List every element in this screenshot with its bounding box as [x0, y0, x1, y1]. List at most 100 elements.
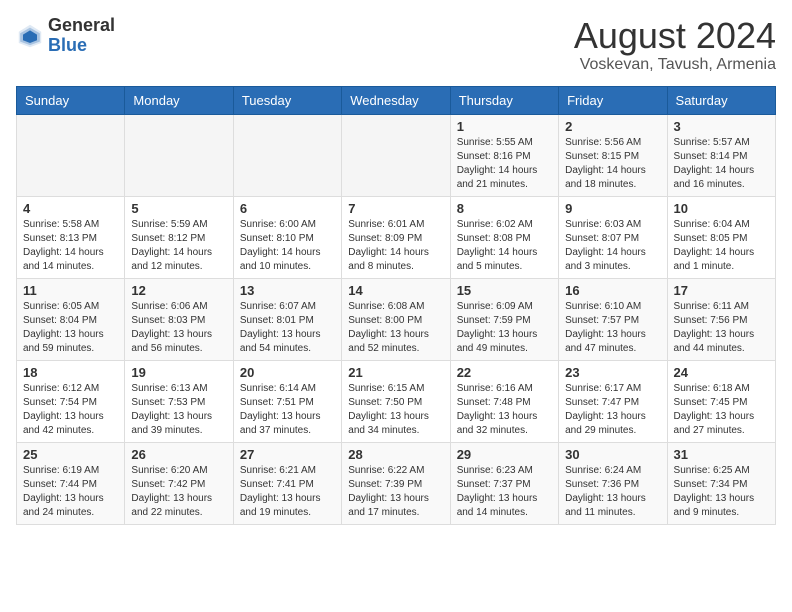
day-info: Sunrise: 6:16 AM Sunset: 7:48 PM Dayligh… [457, 382, 552, 438]
day-cell [342, 114, 450, 196]
day-info: Sunrise: 6:05 AM Sunset: 8:04 PM Dayligh… [23, 300, 118, 356]
day-cell: 9 Sunrise: 6:03 AM Sunset: 8:07 PM Daylig… [559, 196, 667, 278]
day-info: Sunrise: 6:22 AM Sunset: 7:39 PM Dayligh… [348, 464, 443, 520]
day-info: Sunrise: 6:17 AM Sunset: 7:47 PM Dayligh… [565, 382, 660, 438]
day-cell: 24 Sunrise: 6:18 AM Sunset: 7:45 PM Dayli… [667, 360, 775, 442]
day-info: Sunrise: 6:14 AM Sunset: 7:51 PM Dayligh… [240, 382, 335, 438]
month-year-title: August 2024 [574, 16, 776, 56]
day-cell: 2Sunrise: 5:56 AM Sunset: 8:15 PM Daylig… [559, 114, 667, 196]
day-number: 28 [348, 447, 443, 462]
day-cell: 7Sunrise: 6:01 AM Sunset: 8:09 PM Daylig… [342, 196, 450, 278]
day-cell: 19 Sunrise: 6:13 AM Sunset: 7:53 PM Dayli… [125, 360, 233, 442]
day-number: 26 [131, 447, 226, 462]
day-cell: 23Sunrise: 6:17 AM Sunset: 7:47 PM Dayli… [559, 360, 667, 442]
day-cell [17, 114, 125, 196]
day-number: 16 [565, 283, 660, 298]
day-info: Sunrise: 6:15 AM Sunset: 7:50 PM Dayligh… [348, 382, 443, 438]
header-row: SundayMondayTuesdayWednesdayThursdayFrid… [17, 86, 776, 114]
day-number: 7 [348, 201, 443, 216]
day-info: Sunrise: 6:20 AM Sunset: 7:42 PM Dayligh… [131, 464, 226, 520]
day-number: 30 [565, 447, 660, 462]
day-info: Sunrise: 5:56 AM Sunset: 8:15 PM Dayligh… [565, 136, 660, 192]
day-info: Sunrise: 6:24 AM Sunset: 7:36 PM Dayligh… [565, 464, 660, 520]
header-sunday: Sunday [17, 86, 125, 114]
day-info: Sunrise: 6:00 AM Sunset: 8:10 PM Dayligh… [240, 218, 335, 274]
week-row-5: 25 Sunrise: 6:19 AM Sunset: 7:44 PM Dayli… [17, 442, 776, 524]
day-number: 17 [674, 283, 769, 298]
day-number: 13 [240, 283, 335, 298]
day-info: Sunrise: 5:59 AM Sunset: 8:12 PM Dayligh… [131, 218, 226, 274]
day-cell: 22Sunrise: 6:16 AM Sunset: 7:48 PM Dayli… [450, 360, 558, 442]
day-cell: 11Sunrise: 6:05 AM Sunset: 8:04 PM Dayli… [17, 278, 125, 360]
day-info: Sunrise: 6:03 AM Sunset: 8:07 PM Dayligh… [565, 218, 660, 274]
day-number: 25 [23, 447, 118, 462]
day-number: 24 [674, 365, 769, 380]
day-cell: 31 Sunrise: 6:25 AM Sunset: 7:34 PM Dayli… [667, 442, 775, 524]
day-info: Sunrise: 6:13 AM Sunset: 7:53 PM Dayligh… [131, 382, 226, 438]
week-row-4: 18 Sunrise: 6:12 AM Sunset: 7:54 PM Dayli… [17, 360, 776, 442]
day-number: 18 [23, 365, 118, 380]
day-number: 1 [457, 119, 552, 134]
day-cell: 27 Sunrise: 6:21 AM Sunset: 7:41 PM Dayli… [233, 442, 341, 524]
logo-text: General Blue [48, 16, 115, 56]
week-row-1: 1 Sunrise: 5:55 AM Sunset: 8:16 PM Daylig… [17, 114, 776, 196]
page-header: General Blue August 2024 Voskevan, Tavus… [16, 16, 776, 74]
day-cell: 6 Sunrise: 6:00 AM Sunset: 8:10 PM Daylig… [233, 196, 341, 278]
day-info: Sunrise: 5:58 AM Sunset: 8:13 PM Dayligh… [23, 218, 118, 274]
header-thursday: Thursday [450, 86, 558, 114]
day-info: Sunrise: 5:57 AM Sunset: 8:14 PM Dayligh… [674, 136, 769, 192]
day-number: 20 [240, 365, 335, 380]
day-cell: 17Sunrise: 6:11 AM Sunset: 7:56 PM Dayli… [667, 278, 775, 360]
day-number: 5 [131, 201, 226, 216]
day-cell: 20 Sunrise: 6:14 AM Sunset: 7:51 PM Dayli… [233, 360, 341, 442]
day-cell: 30 Sunrise: 6:24 AM Sunset: 7:36 PM Dayli… [559, 442, 667, 524]
day-info: Sunrise: 6:12 AM Sunset: 7:54 PM Dayligh… [23, 382, 118, 438]
logo-icon [16, 22, 44, 50]
day-cell: 13 Sunrise: 6:07 AM Sunset: 8:01 PM Dayli… [233, 278, 341, 360]
day-info: Sunrise: 6:19 AM Sunset: 7:44 PM Dayligh… [23, 464, 118, 520]
day-cell: 8Sunrise: 6:02 AM Sunset: 8:08 PM Daylig… [450, 196, 558, 278]
title-section: August 2024 Voskevan, Tavush, Armenia [574, 16, 776, 74]
day-cell: 1 Sunrise: 5:55 AM Sunset: 8:16 PM Daylig… [450, 114, 558, 196]
day-cell: 29Sunrise: 6:23 AM Sunset: 7:37 PM Dayli… [450, 442, 558, 524]
day-cell: 3Sunrise: 5:57 AM Sunset: 8:14 PM Daylig… [667, 114, 775, 196]
day-info: Sunrise: 6:18 AM Sunset: 7:45 PM Dayligh… [674, 382, 769, 438]
logo: General Blue [16, 16, 115, 56]
day-number: 6 [240, 201, 335, 216]
day-info: Sunrise: 5:55 AM Sunset: 8:16 PM Dayligh… [457, 136, 552, 192]
day-cell: 14Sunrise: 6:08 AM Sunset: 8:00 PM Dayli… [342, 278, 450, 360]
day-cell: 4 Sunrise: 5:58 AM Sunset: 8:13 PM Daylig… [17, 196, 125, 278]
day-cell: 16 Sunrise: 6:10 AM Sunset: 7:57 PM Dayli… [559, 278, 667, 360]
day-number: 14 [348, 283, 443, 298]
day-cell [125, 114, 233, 196]
day-cell: 25 Sunrise: 6:19 AM Sunset: 7:44 PM Dayli… [17, 442, 125, 524]
day-info: Sunrise: 6:07 AM Sunset: 8:01 PM Dayligh… [240, 300, 335, 356]
day-number: 4 [23, 201, 118, 216]
day-info: Sunrise: 6:10 AM Sunset: 7:57 PM Dayligh… [565, 300, 660, 356]
header-friday: Friday [559, 86, 667, 114]
day-number: 21 [348, 365, 443, 380]
day-cell: 26 Sunrise: 6:20 AM Sunset: 7:42 PM Dayli… [125, 442, 233, 524]
header-wednesday: Wednesday [342, 86, 450, 114]
week-row-3: 11Sunrise: 6:05 AM Sunset: 8:04 PM Dayli… [17, 278, 776, 360]
location-subtitle: Voskevan, Tavush, Armenia [574, 56, 776, 74]
calendar-header: SundayMondayTuesdayWednesdayThursdayFrid… [17, 86, 776, 114]
day-info: Sunrise: 6:21 AM Sunset: 7:41 PM Dayligh… [240, 464, 335, 520]
header-monday: Monday [125, 86, 233, 114]
day-number: 15 [457, 283, 552, 298]
header-saturday: Saturday [667, 86, 775, 114]
day-number: 12 [131, 283, 226, 298]
day-info: Sunrise: 6:23 AM Sunset: 7:37 PM Dayligh… [457, 464, 552, 520]
day-cell: 10Sunrise: 6:04 AM Sunset: 8:05 PM Dayli… [667, 196, 775, 278]
day-number: 19 [131, 365, 226, 380]
day-info: Sunrise: 6:06 AM Sunset: 8:03 PM Dayligh… [131, 300, 226, 356]
week-row-2: 4 Sunrise: 5:58 AM Sunset: 8:13 PM Daylig… [17, 196, 776, 278]
day-number: 9 [565, 201, 660, 216]
day-cell: 21 Sunrise: 6:15 AM Sunset: 7:50 PM Dayli… [342, 360, 450, 442]
day-number: 31 [674, 447, 769, 462]
day-number: 27 [240, 447, 335, 462]
day-info: Sunrise: 6:02 AM Sunset: 8:08 PM Dayligh… [457, 218, 552, 274]
logo-general-text: General [48, 16, 115, 36]
day-cell: 5 Sunrise: 5:59 AM Sunset: 8:12 PM Daylig… [125, 196, 233, 278]
day-info: Sunrise: 6:25 AM Sunset: 7:34 PM Dayligh… [674, 464, 769, 520]
